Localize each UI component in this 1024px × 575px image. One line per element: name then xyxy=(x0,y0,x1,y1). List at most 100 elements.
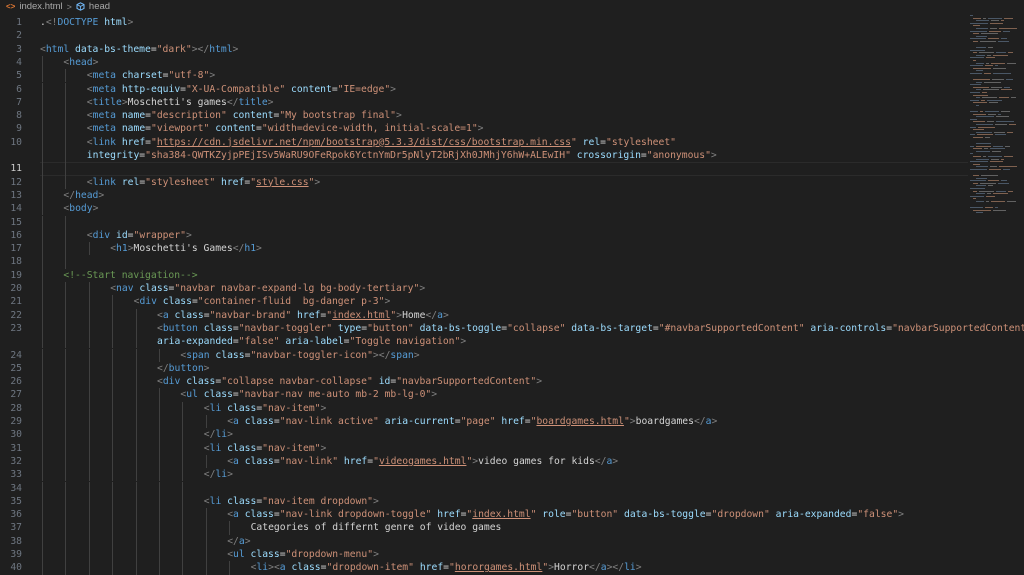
minimap-mark xyxy=(991,201,1005,202)
code-token: > xyxy=(419,283,426,294)
minimap-mark xyxy=(984,73,991,74)
code-token: > xyxy=(477,123,484,135)
breadcrumb-separator: > xyxy=(66,1,72,12)
code-line[interactable]: aria-expanded="false" aria-label="Toggle… xyxy=(0,335,968,349)
code-token: type xyxy=(337,322,362,334)
code-line[interactable]: 12 <link rel="stylesheet" href="style.css… xyxy=(0,175,968,189)
code-token: > xyxy=(320,402,327,414)
line-number: 21 xyxy=(10,296,22,308)
code-line[interactable]: 39 <ul class="dropdown-menu"> xyxy=(0,548,968,562)
code-token: "navbar-nav me-auto mb-2 mb-lg-0" xyxy=(238,389,432,401)
minimap-mark xyxy=(976,124,993,125)
code-text: <a class="nav-link active" aria-current=… xyxy=(227,415,717,428)
minimap[interactable] xyxy=(968,13,1024,567)
code-line[interactable]: 33 </li> xyxy=(0,468,968,482)
code-line[interactable]: 24 <span class="navbar-toggler-icon"></sp… xyxy=(0,348,968,362)
code-line[interactable]: 17 <h1>Moschetti's Games</h1> xyxy=(0,242,968,256)
code-token: html xyxy=(104,17,128,28)
code-line[interactable]: 20 <nav class="navbar navbar-expand-lg bg… xyxy=(0,282,968,296)
code-line[interactable]: 15 xyxy=(0,215,968,229)
minimap-mark xyxy=(987,54,991,56)
code-editor[interactable]: 1 .<!DOCTYPE html> 2 3 <html data-bs-theme="… xyxy=(0,13,1024,575)
code-line[interactable]: integrity="sha384-QWTKZyjpPEjISv5WaRU9OF… xyxy=(0,149,968,163)
breadcrumb-file[interactable]: index.html xyxy=(19,1,62,12)
indent-guide xyxy=(182,428,184,442)
code-token: "page" xyxy=(460,416,496,427)
code-line[interactable]: 16 <div id="wrapper"> xyxy=(0,228,968,243)
code-token: li xyxy=(209,442,222,454)
code-line[interactable]: 28 <li class="nav-item"> xyxy=(0,401,968,415)
minimap-mark xyxy=(986,62,989,64)
code-line[interactable]: 26 <div class="collapse navbar-collapse" … xyxy=(0,375,968,389)
indent-guide xyxy=(135,508,137,522)
code-token: li xyxy=(256,562,269,574)
code-token: "Toggle navigation" xyxy=(349,336,461,348)
minimap-mark xyxy=(973,121,985,123)
indent-guide xyxy=(65,282,67,296)
indent-guide xyxy=(42,494,43,509)
code-line[interactable]: 6 <meta http-equiv="X-UA-Compatible" cont… xyxy=(0,82,968,96)
indent-guide xyxy=(42,335,43,349)
code-line[interactable]: 3 <html data-bs-theme="dark"></html> xyxy=(0,43,968,56)
code-line[interactable]: 30 </li> xyxy=(0,428,968,442)
code-token: aria-label xyxy=(285,336,344,348)
code-line[interactable]: 2 xyxy=(0,29,968,42)
breadcrumb[interactable]: <> index.html > head xyxy=(0,0,1024,13)
code-line[interactable]: 25 </button> xyxy=(0,361,968,376)
code-line[interactable]: 27 <ul class="navbar-nav me-auto mb-2 mb-… xyxy=(0,388,968,402)
code-token: h1 xyxy=(244,243,257,255)
minimap-mark xyxy=(1007,201,1016,202)
indent-guide xyxy=(88,534,90,548)
code-line[interactable]: 4 <head> xyxy=(0,55,968,70)
code-line[interactable]: 22 <a class="navbar-brand" href="index.ht… xyxy=(0,308,968,322)
code-line[interactable]: 9 <meta name="viewport" content="width=de… xyxy=(0,122,968,136)
code-line[interactable]: 29 <a class="nav-link active" aria-curren… xyxy=(0,415,968,429)
code-line[interactable]: 7 <title>Moschetti's games</title> xyxy=(0,95,968,110)
code-line[interactable]: 11 xyxy=(0,162,968,176)
code-token: "nav-link" xyxy=(279,455,339,467)
code-line[interactable]: 34 xyxy=(0,481,968,495)
code-text: <!--Start navigation--> xyxy=(63,269,197,282)
code-token: > xyxy=(227,429,233,441)
code-line[interactable]: 14 <body> xyxy=(0,202,968,216)
code-line[interactable]: 35 <li class="nav-item dropdown"> xyxy=(0,494,968,509)
indent-guide xyxy=(65,561,67,575)
minimap-mark xyxy=(970,84,981,86)
code-token: class xyxy=(227,442,257,454)
code-line[interactable]: 13 </head> xyxy=(0,188,968,203)
minimap-mark xyxy=(976,20,989,22)
indent-guide xyxy=(135,494,137,509)
code-line[interactable]: 8 <meta name="description" content="My bo… xyxy=(0,109,968,123)
code-line[interactable]: 5 <meta charset="utf-8"> xyxy=(0,69,968,83)
code-line[interactable]: 36 <a class="nav-link dropdown-toggle" hr… xyxy=(0,508,968,522)
code-line[interactable]: 21 <div class="container-fluid bg-danger … xyxy=(0,295,968,309)
code-line[interactable]: 37 Categories of differnt genre of video … xyxy=(0,521,968,535)
code-line[interactable]: 38 </a> xyxy=(0,534,968,548)
minimap-mark xyxy=(973,175,979,176)
code-token: > xyxy=(536,376,543,388)
indent-guide xyxy=(65,534,67,548)
code-line[interactable]: 32 <a class="nav-link" href="videogames.h… xyxy=(0,454,968,469)
indent-guide xyxy=(112,468,114,482)
indent-guide xyxy=(182,481,184,495)
code-token: Moschetti's games xyxy=(127,96,227,108)
minimap-mark xyxy=(976,81,982,83)
code-token: meta xyxy=(92,110,116,122)
code-line[interactable]: 31 <li class="nav-item"> xyxy=(0,441,968,455)
minimap-mark xyxy=(970,73,982,74)
code-token: ></ xyxy=(191,43,210,55)
code-token: head xyxy=(69,56,93,68)
line-number: 6 xyxy=(16,83,22,95)
code-line[interactable]: 10 <link href="https://cdn.jsdelivr.net/n… xyxy=(0,135,968,149)
indent-guide xyxy=(65,242,67,256)
indent-guide xyxy=(112,348,114,362)
code-line[interactable]: 19 <!--Start navigation--> xyxy=(0,268,968,282)
code-line[interactable]: 1 .<!DOCTYPE html> xyxy=(0,16,968,29)
indent-guide xyxy=(42,255,43,269)
breadcrumb-symbol[interactable]: head xyxy=(89,1,110,12)
code-line[interactable]: 18 xyxy=(0,255,968,269)
code-line[interactable]: 23 <button class="navbar-toggler" type="b… xyxy=(0,321,1024,336)
minimap-mark xyxy=(970,30,987,32)
code-line[interactable]: 40 <li><a class="dropdown-item" href="hor… xyxy=(0,561,968,575)
indent-guide xyxy=(112,415,114,429)
